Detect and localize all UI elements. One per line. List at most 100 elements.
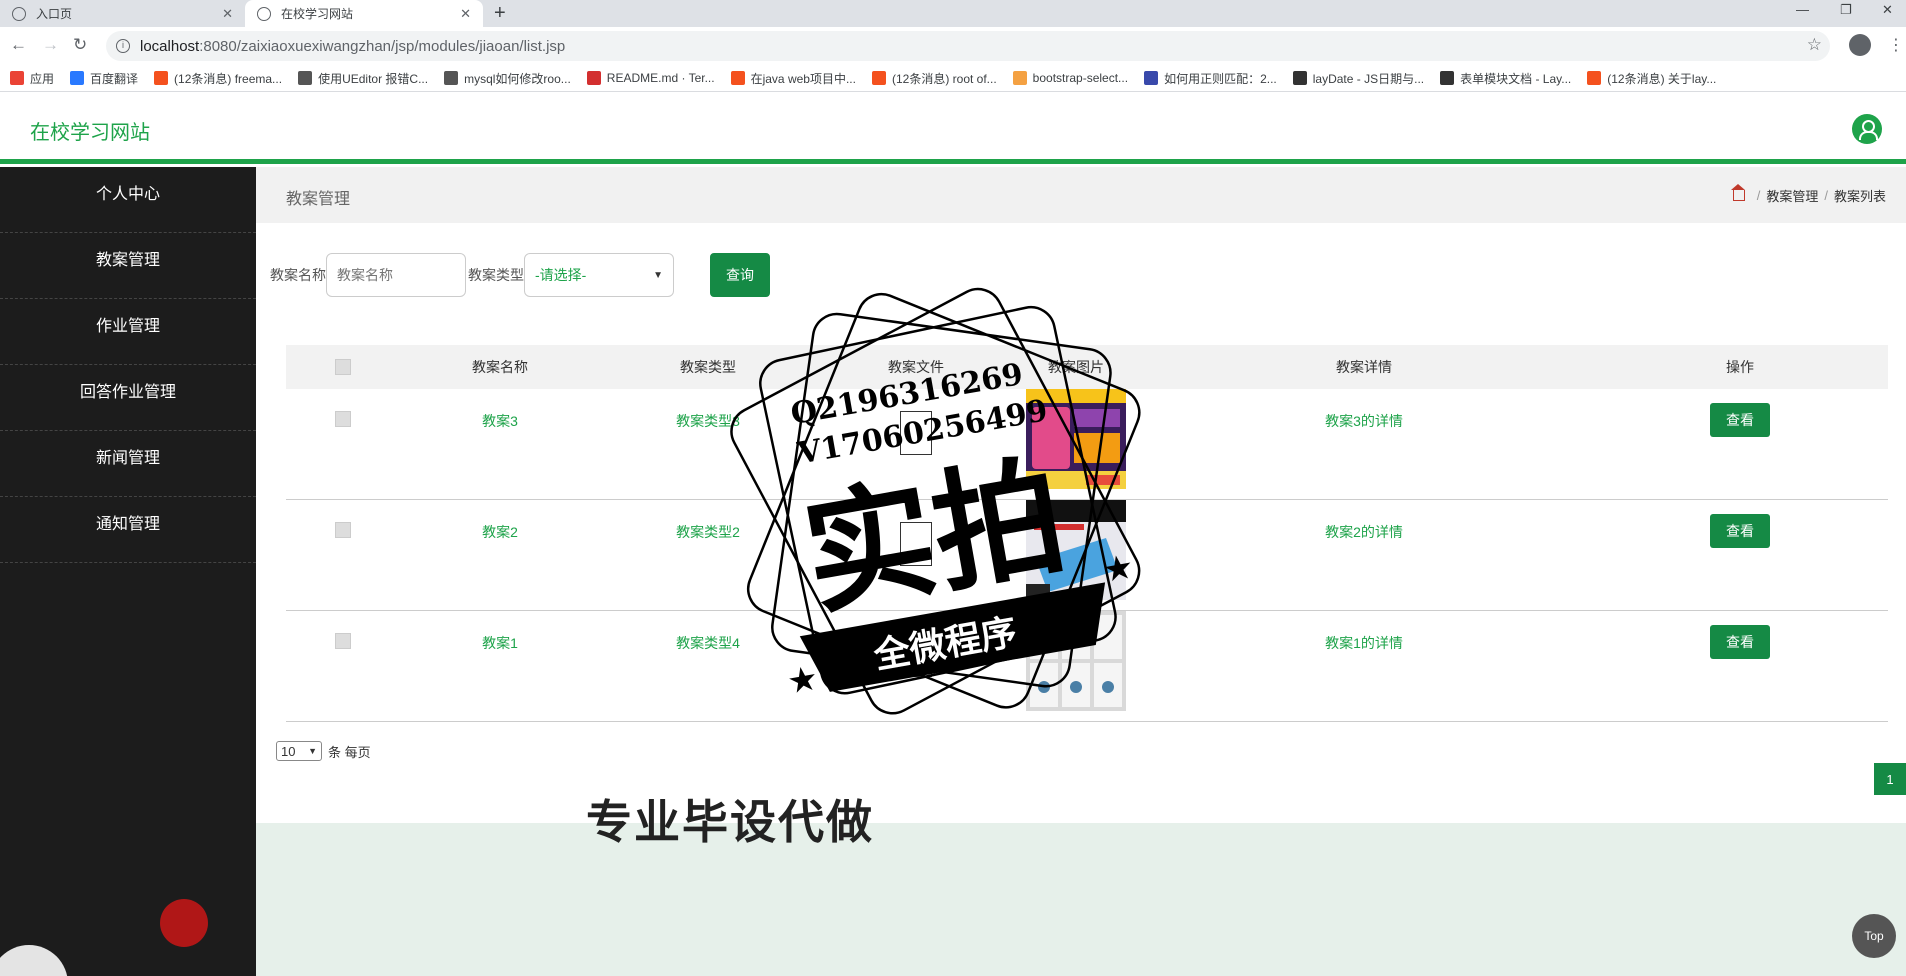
bookmark-label: (12条消息) root of... bbox=[891, 71, 997, 86]
bookmark-item[interactable]: 在java web项目中... bbox=[730, 70, 856, 87]
sidebar-item-homework[interactable]: 作业管理 bbox=[0, 299, 256, 365]
bookmark-item[interactable]: 百度翻译 bbox=[70, 70, 138, 87]
row-checkbox[interactable] bbox=[335, 633, 351, 649]
browser-tab-site[interactable]: 在校学习网站 ✕ bbox=[245, 0, 483, 27]
page-size-select[interactable]: 10 ▼ bbox=[276, 741, 322, 761]
view-button[interactable]: 查看 bbox=[1710, 514, 1770, 548]
close-icon[interactable]: ✕ bbox=[222, 6, 233, 22]
sidebar: 个人中心 教案管理 作业管理 回答作业管理 新闻管理 通知管理 bbox=[0, 167, 256, 976]
tab-label: 入口页 bbox=[36, 7, 73, 21]
back-to-top-button[interactable]: Top bbox=[1852, 914, 1896, 958]
breadcrumb-lesson-plans[interactable]: 教案管理 bbox=[1766, 186, 1818, 205]
sidebar-item-lesson-plans[interactable]: 教案管理 bbox=[0, 233, 256, 299]
name-search-input[interactable] bbox=[326, 253, 466, 297]
bookmark-label: layDate - JS日期与... bbox=[1312, 71, 1425, 86]
forward-icon[interactable]: → bbox=[42, 35, 59, 55]
bookmark-item[interactable]: 表单模块文档 - Lay... bbox=[1440, 70, 1571, 87]
row-checkbox[interactable] bbox=[335, 411, 351, 427]
table-row: 教案2 教案类型2 教案2的详情 查看 bbox=[286, 500, 1888, 611]
lesson-plan-table: 教案名称 教案类型 教案文件 教案图片 教案详情 操作 教案3 教案类型3 教案… bbox=[286, 345, 1888, 722]
chevron-down-icon: ▼ bbox=[653, 269, 663, 281]
select-all-checkbox[interactable] bbox=[335, 359, 351, 375]
bookmark-item[interactable]: 应用 bbox=[10, 70, 54, 87]
app-title[interactable]: 在校学习网站 bbox=[30, 116, 150, 145]
bookmark-favicon-icon bbox=[154, 71, 169, 85]
bookmark-item[interactable]: 使用UEditor 报错C... bbox=[298, 70, 428, 87]
bookmark-label: (12条消息) freema... bbox=[174, 71, 283, 86]
footer-band bbox=[256, 823, 1906, 976]
sidebar-item-notices[interactable]: 通知管理 bbox=[0, 497, 256, 563]
name-label: 教案名称 bbox=[270, 267, 326, 283]
lesson-image-cooler-ad bbox=[1026, 500, 1126, 600]
bookmark-item[interactable]: layDate - JS日期与... bbox=[1292, 70, 1425, 87]
bookmark-favicon-icon bbox=[1292, 71, 1307, 85]
bookmark-item[interactable]: 如何用正则匹配：2... bbox=[1144, 70, 1277, 87]
bookmark-favicon-icon bbox=[1440, 71, 1455, 85]
breadcrumb-separator: / bbox=[1824, 188, 1828, 203]
chevron-down-icon: ▼ bbox=[308, 746, 317, 756]
view-button[interactable]: 查看 bbox=[1710, 403, 1770, 437]
header-image: 教案图片 bbox=[1048, 359, 1104, 375]
file-link[interactable] bbox=[900, 522, 932, 566]
table-header: 教案名称 教案类型 教案文件 教案图片 教案详情 操作 bbox=[286, 345, 1888, 389]
user-icon[interactable] bbox=[1852, 114, 1882, 144]
row-type: 教案类型2 bbox=[676, 524, 740, 540]
close-icon[interactable]: ✕ bbox=[460, 6, 471, 22]
table-row: 教案3 教案类型3 教案3的详情 查看 bbox=[286, 389, 1888, 500]
lesson-image-shirts bbox=[1026, 611, 1126, 711]
menu-icon[interactable]: ⋮ bbox=[1888, 35, 1904, 55]
profile-icon[interactable] bbox=[1849, 34, 1871, 56]
new-tab-icon[interactable]: + bbox=[494, 2, 506, 25]
bookmark-label: 百度翻译 bbox=[90, 71, 139, 86]
bookmark-label: 表单模块文档 - Lay... bbox=[1460, 71, 1572, 86]
reload-icon[interactable]: ↻ bbox=[73, 35, 87, 55]
url-host: localhost bbox=[140, 37, 200, 55]
file-link[interactable] bbox=[900, 633, 932, 677]
window-close-icon[interactable]: ✕ bbox=[1882, 2, 1893, 18]
star-icon[interactable]: ☆ bbox=[1807, 35, 1822, 55]
row-detail[interactable]: 教案2的详情 bbox=[1136, 522, 1592, 542]
file-link[interactable] bbox=[900, 411, 932, 455]
table-row: 教案1 教案类型4 教案1的详情 查看 bbox=[286, 611, 1888, 722]
sidebar-item-homework-answers[interactable]: 回答作业管理 bbox=[0, 365, 256, 431]
breadcrumb-separator: / bbox=[1756, 188, 1761, 203]
browser-tab-entry[interactable]: 入口页 ✕ bbox=[0, 0, 245, 27]
page-size-value: 10 bbox=[281, 743, 296, 759]
footer-slogan: 专业毕设代做 bbox=[586, 796, 874, 848]
bookmark-label: bootstrap-select... bbox=[1032, 71, 1129, 85]
row-detail[interactable]: 教案3的详情 bbox=[1136, 411, 1592, 431]
sidebar-item-profile[interactable]: 个人中心 bbox=[0, 167, 256, 233]
per-page-label: 条 每页 bbox=[328, 744, 371, 760]
info-icon[interactable]: i bbox=[116, 39, 130, 53]
restore-icon[interactable]: ❐ bbox=[1840, 2, 1852, 18]
sidebar-item-news[interactable]: 新闻管理 bbox=[0, 431, 256, 497]
home-icon[interactable] bbox=[1730, 184, 1745, 201]
bookmark-item[interactable]: (12条消息) 关于lay... bbox=[1587, 70, 1716, 87]
bookmark-item[interactable]: README.md · Ter... bbox=[586, 71, 715, 85]
query-button[interactable]: 查询 bbox=[710, 253, 770, 297]
header-detail: 教案详情 bbox=[1336, 359, 1392, 375]
url-input[interactable]: i localhost:8080/zaixiaoxuexiwangzhan/js… bbox=[106, 31, 1830, 61]
bookmark-item[interactable]: bootstrap-select... bbox=[1012, 71, 1129, 85]
bookmark-favicon-icon bbox=[1144, 71, 1159, 85]
minimize-icon[interactable]: — bbox=[1796, 2, 1809, 17]
url-path: :8080/zaixiaoxuexiwangzhan/jsp/modules/j… bbox=[199, 37, 566, 55]
view-button[interactable]: 查看 bbox=[1710, 625, 1770, 659]
lesson-image-phone-ad bbox=[1026, 389, 1126, 489]
row-name: 教案1 bbox=[482, 635, 518, 651]
row-detail[interactable]: 教案1的详情 bbox=[1136, 633, 1592, 653]
browser-tab-bar: 入口页 ✕ 在校学习网站 ✕ + — ❐ ✕ bbox=[0, 0, 1906, 27]
bookmark-label: mysql如何修改roo... bbox=[464, 71, 571, 86]
bookmark-favicon-icon bbox=[1012, 71, 1027, 85]
type-select[interactable]: -请选择- ▼ bbox=[524, 253, 674, 297]
bookmark-item[interactable]: (12条消息) root of... bbox=[871, 70, 997, 87]
row-checkbox[interactable] bbox=[335, 522, 351, 538]
header-type: 教案类型 bbox=[680, 359, 736, 375]
bookmark-item[interactable]: (12条消息) freema... bbox=[154, 70, 282, 87]
back-icon[interactable]: ← bbox=[10, 35, 27, 55]
globe-icon bbox=[12, 6, 26, 21]
bookmark-label: 如何用正则匹配：2... bbox=[1164, 71, 1277, 86]
bookmark-label: (12条消息) 关于lay... bbox=[1607, 71, 1717, 86]
bookmark-item[interactable]: mysql如何修改roo... bbox=[444, 70, 571, 87]
page-1-button[interactable]: 1 bbox=[1874, 763, 1906, 795]
